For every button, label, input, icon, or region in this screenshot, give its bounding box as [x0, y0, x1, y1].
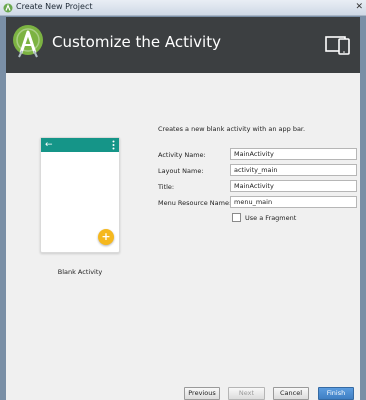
use-fragment-label: Use a Fragment — [245, 214, 297, 222]
layout-name-field[interactable]: activity_main — [230, 164, 357, 176]
device-frame-icon — [325, 36, 350, 55]
template-description: Creates a new blank activity with an app… — [158, 125, 306, 133]
activity-name-field[interactable]: MainActivity — [230, 148, 357, 160]
android-studio-logo — [13, 25, 43, 58]
activity-template-preview: ← + — [40, 137, 120, 253]
page-title: Customize the Activity — [52, 33, 221, 51]
wizard-header: Customize the Activity — [6, 17, 360, 73]
menu-resource-name-field[interactable]: menu_main — [230, 196, 357, 208]
android-studio-icon — [3, 3, 13, 13]
overflow-menu-icon — [112, 140, 115, 150]
layout-name-label: Layout Name: — [158, 167, 204, 175]
back-arrow-icon: ← — [45, 140, 53, 150]
finish-button[interactable]: Finish — [318, 387, 354, 400]
next-button[interactable]: Next — [228, 387, 265, 400]
plus-icon: + — [101, 230, 111, 243]
use-fragment-checkbox[interactable] — [232, 213, 241, 222]
previous-button[interactable]: Previous — [184, 387, 220, 400]
wizard-content: ← + Blank Activity Creates a new blank a… — [6, 73, 360, 385]
app-bar: ← — [41, 138, 119, 152]
window-title: Create New Project — [16, 2, 93, 11]
window-titlebar: Create New Project ✕ — [0, 0, 366, 16]
floating-action-button: + — [98, 229, 114, 245]
cancel-button[interactable]: Cancel — [273, 387, 309, 400]
title-label: Title: — [158, 183, 175, 191]
template-name: Blank Activity — [57, 268, 103, 276]
close-icon[interactable]: ✕ — [355, 3, 363, 12]
title-field[interactable]: MainActivity — [230, 180, 357, 192]
wizard-footer: Previous Next Cancel Finish — [6, 385, 360, 400]
activity-name-label: Activity Name: — [158, 151, 206, 159]
menu-resource-name-label: Menu Resource Name: — [158, 199, 232, 207]
